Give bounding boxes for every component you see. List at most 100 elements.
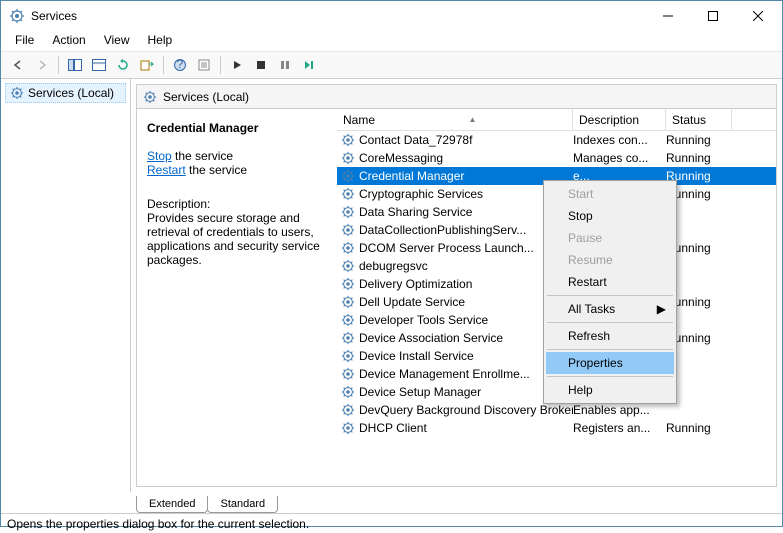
gear-icon: [341, 367, 355, 381]
right-pane: Services (Local) Credential Manager Stop…: [136, 84, 777, 487]
start-service-button[interactable]: [226, 54, 248, 76]
export-button[interactable]: [136, 54, 158, 76]
svg-text:?: ?: [177, 59, 184, 71]
gear-icon: [341, 295, 355, 309]
minimize-button[interactable]: [645, 2, 690, 31]
service-name: debugregsvc: [359, 259, 428, 273]
left-pane: Services (Local): [1, 79, 131, 492]
ctx-restart[interactable]: Restart: [546, 271, 674, 293]
service-name: DataCollectionPublishingServ...: [359, 223, 526, 237]
menubar: File Action View Help: [1, 31, 782, 51]
toolbar: ?: [1, 51, 782, 79]
service-name: DevQuery Background Discovery Broker: [359, 403, 573, 417]
restart-service-button[interactable]: [298, 54, 320, 76]
service-name: Device Setup Manager: [359, 385, 481, 399]
context-menu: Start Stop Pause Resume Restart All Task…: [543, 180, 677, 404]
maximize-icon: [708, 11, 718, 21]
service-name: Developer Tools Service: [359, 313, 488, 327]
restart-icon: [303, 60, 315, 70]
gear-icon: [341, 223, 355, 237]
back-button[interactable]: [7, 54, 29, 76]
pause-icon: [280, 60, 290, 70]
gear-icon: [341, 277, 355, 291]
ctx-pause: Pause: [546, 227, 674, 249]
service-status: Running: [666, 421, 732, 435]
service-description: Registers an...: [573, 421, 666, 435]
stop-icon: [256, 60, 266, 70]
status-bar: Opens the properties dialog box for the …: [1, 513, 782, 533]
gear-icon: [341, 259, 355, 273]
service-name: CoreMessaging: [359, 151, 443, 165]
view-tabs: Extended Standard: [136, 492, 782, 513]
ctx-stop[interactable]: Stop: [546, 205, 674, 227]
table-row[interactable]: Contact Data_72978fIndexes con...Running: [337, 131, 776, 149]
pause-service-button[interactable]: [274, 54, 296, 76]
show-tree-button[interactable]: [64, 54, 86, 76]
properties-button[interactable]: [193, 54, 215, 76]
ctx-refresh[interactable]: Refresh: [546, 325, 674, 347]
service-name: DHCP Client: [359, 421, 427, 435]
description-label: Description:: [147, 197, 327, 211]
service-name: Device Install Service: [359, 349, 474, 363]
service-name: Device Management Enrollme...: [359, 367, 530, 381]
menu-help[interactable]: Help: [140, 31, 181, 51]
column-name[interactable]: Name▲: [337, 109, 573, 130]
service-description: Enables app...: [573, 403, 666, 417]
refresh-button[interactable]: [112, 54, 134, 76]
ctx-resume: Resume: [546, 249, 674, 271]
tab-standard[interactable]: Standard: [207, 496, 278, 513]
ctx-help[interactable]: Help: [546, 379, 674, 401]
table-row[interactable]: CoreMessagingManages co...Running: [337, 149, 776, 167]
stop-link[interactable]: Stop: [147, 149, 172, 163]
gear-icon: [341, 133, 355, 147]
gear-icon: [341, 421, 355, 435]
export-icon: [140, 59, 154, 71]
gear-icon: [341, 241, 355, 255]
close-button[interactable]: [735, 2, 780, 31]
ctx-all-tasks[interactable]: All Tasks▶: [546, 298, 674, 320]
gear-icon: [341, 205, 355, 219]
service-name: Cryptographic Services: [359, 187, 483, 201]
app-icon: [9, 8, 25, 24]
pane-title: Services (Local): [163, 90, 249, 104]
menu-view[interactable]: View: [96, 31, 138, 51]
detail-pane-button[interactable]: [88, 54, 110, 76]
service-name: Device Association Service: [359, 331, 503, 345]
gear-icon: [341, 169, 355, 183]
help-button[interactable]: ?: [169, 54, 191, 76]
service-name: Credential Manager: [359, 169, 464, 183]
ctx-properties[interactable]: Properties: [546, 352, 674, 374]
services-icon: [143, 90, 157, 104]
gear-icon: [341, 403, 355, 417]
service-name: Contact Data_72978f: [359, 133, 472, 147]
column-status[interactable]: Status: [666, 109, 732, 130]
table-row[interactable]: DHCP Client Registers an...Running: [337, 419, 776, 437]
titlebar: Services: [1, 1, 782, 31]
restart-link[interactable]: Restart: [147, 163, 186, 177]
pane-header: Services (Local): [137, 85, 776, 109]
tab-extended[interactable]: Extended: [136, 496, 208, 513]
service-name: Data Sharing Service: [359, 205, 472, 219]
gear-icon: [341, 349, 355, 363]
properties-icon: [198, 59, 210, 71]
menu-file[interactable]: File: [7, 31, 42, 51]
service-status: Running: [666, 133, 732, 147]
gear-icon: [341, 151, 355, 165]
tree-item-services-local[interactable]: Services (Local): [5, 83, 126, 103]
menu-action[interactable]: Action: [44, 31, 93, 51]
column-description[interactable]: Description: [573, 109, 666, 130]
forward-icon: [36, 59, 48, 71]
close-icon: [753, 11, 763, 21]
maximize-button[interactable]: [690, 2, 735, 31]
panes-icon: [68, 59, 82, 71]
service-name: Dell Update Service: [359, 295, 465, 309]
services-icon: [10, 86, 24, 100]
service-description: Manages co...: [573, 151, 666, 165]
submenu-arrow-icon: ▶: [657, 302, 666, 316]
column-headers: Name▲ Description Status: [337, 109, 776, 131]
service-name: Delivery Optimization: [359, 277, 472, 291]
forward-button[interactable]: [31, 54, 53, 76]
description-text: Provides secure storage and retrieval of…: [147, 211, 327, 267]
stop-service-button[interactable]: [250, 54, 272, 76]
gear-icon: [341, 187, 355, 201]
